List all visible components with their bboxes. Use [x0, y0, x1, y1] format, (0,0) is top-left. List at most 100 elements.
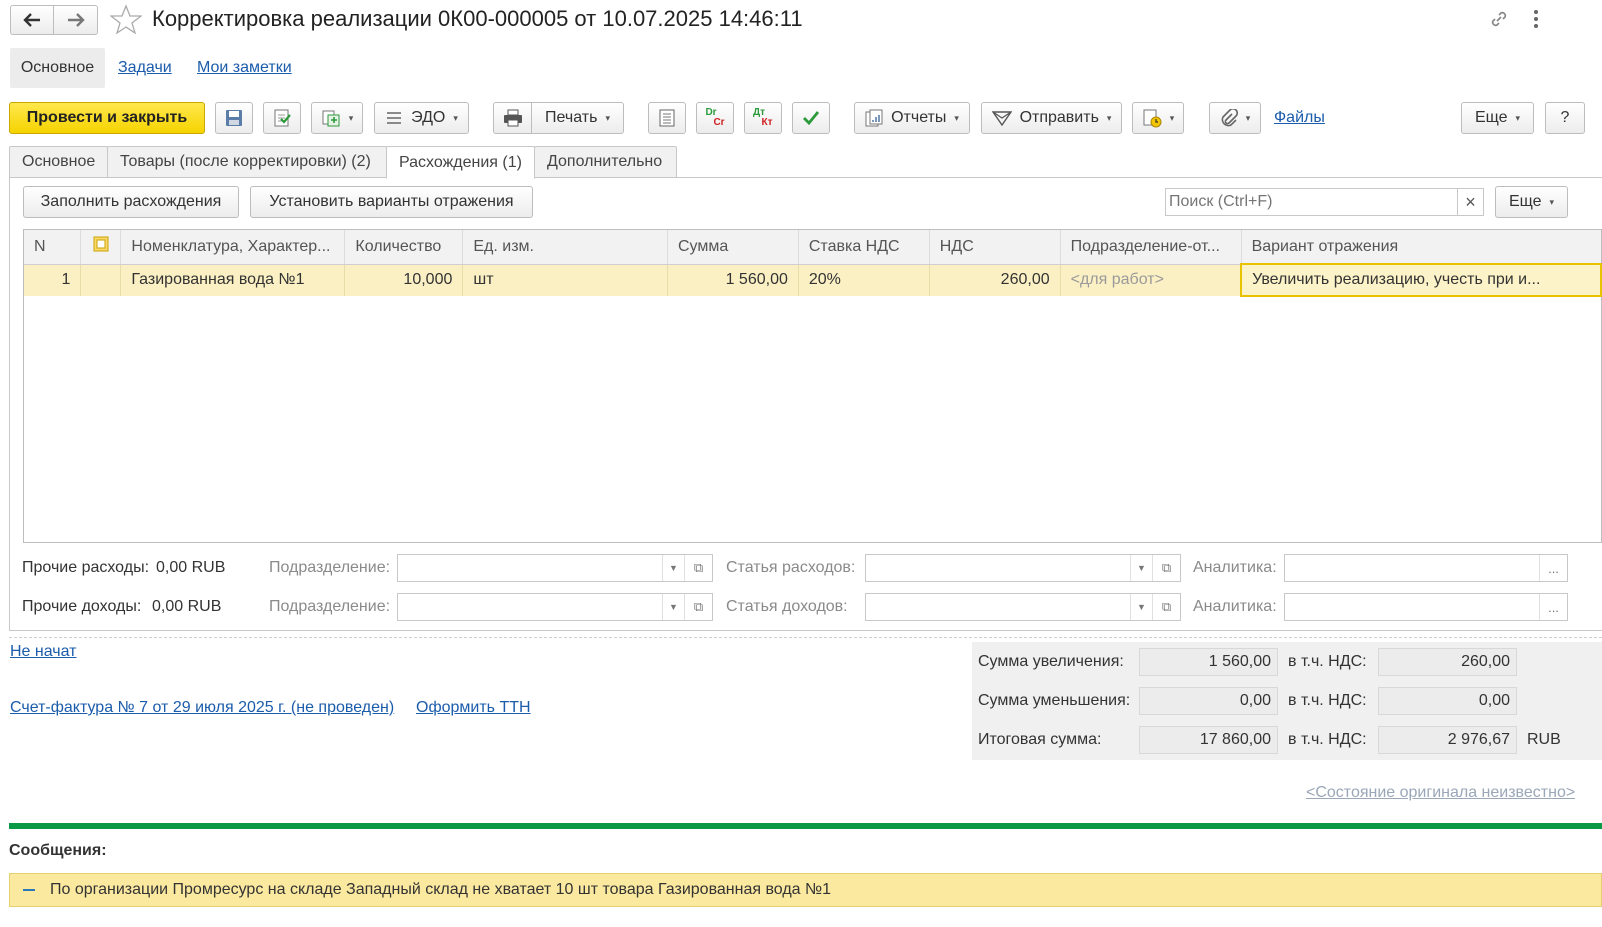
- col-header-nomenclature[interactable]: Номенклатура, Характер...: [120, 230, 346, 265]
- open-icon[interactable]: ⧉: [1152, 555, 1180, 581]
- open-icon[interactable]: ⧉: [684, 555, 712, 581]
- back-button[interactable]: [10, 5, 54, 35]
- cell-n[interactable]: 1: [24, 264, 82, 296]
- increase-label: Сумма увеличения:: [978, 653, 1124, 670]
- arrow-right-icon: [67, 13, 85, 27]
- edit-status-button[interactable]: ▾: [1132, 102, 1184, 134]
- tab-additional-label: Дополнительно: [547, 153, 663, 170]
- nav-tab-notes[interactable]: Мои заметки: [197, 59, 292, 77]
- chevron-down-icon[interactable]: ▼: [662, 594, 684, 620]
- set-variants-button[interactable]: Установить варианты отражения: [250, 186, 533, 218]
- printer-icon: [503, 109, 522, 127]
- document-list-icon: [659, 109, 675, 127]
- cell-vat[interactable]: 260,00: [929, 264, 1061, 296]
- cell-vat-rate[interactable]: 20%: [798, 264, 930, 296]
- cell-icon[interactable]: [80, 264, 122, 296]
- cell-variant[interactable]: Увеличить реализацию, учесть при и...: [1240, 263, 1602, 297]
- ellipsis-label: ...: [1548, 560, 1559, 576]
- open-icon[interactable]: ⧉: [684, 594, 712, 620]
- nav-tab-tasks[interactable]: Задачи: [118, 59, 172, 77]
- fill-discrepancies-button[interactable]: Заполнить расхождения: [23, 186, 239, 218]
- expense-analytics-label: Аналитика:: [1193, 559, 1277, 576]
- dr-cr-button[interactable]: Dr Cr: [696, 102, 734, 134]
- ttn-link[interactable]: Оформить ТТН: [416, 699, 531, 717]
- cell-quantity[interactable]: 10,000: [344, 264, 464, 296]
- reports-label: Отчеты: [891, 109, 947, 126]
- files-link[interactable]: Файлы: [1274, 109, 1325, 127]
- tab-discrepancies-label: Расхождения (1): [399, 153, 522, 171]
- col-header-variant[interactable]: Вариант отражения: [1241, 230, 1601, 265]
- col-header-vat[interactable]: НДС: [929, 230, 1061, 265]
- col-header-quantity[interactable]: Количество: [344, 230, 464, 265]
- more-button[interactable]: Еще ▾: [1461, 102, 1534, 134]
- attachments-button[interactable]: ▾: [1209, 102, 1261, 134]
- tab-main[interactable]: Основное: [9, 146, 108, 178]
- chevron-down-icon[interactable]: ▼: [1130, 594, 1152, 620]
- original-state-link[interactable]: <Состояние оригинала неизвестно>: [1306, 784, 1575, 802]
- print-icon-button[interactable]: [493, 102, 532, 134]
- col-header-unit[interactable]: Ед. изм.: [462, 230, 668, 265]
- link-icon[interactable]: [1488, 8, 1510, 34]
- help-button[interactable]: ?: [1545, 102, 1585, 134]
- select-ellipsis-button[interactable]: ...: [1539, 594, 1567, 620]
- check-button[interactable]: [792, 102, 830, 134]
- expense-item-field[interactable]: ▼ ⧉: [865, 554, 1181, 582]
- select-ellipsis-button[interactable]: ...: [1539, 555, 1567, 581]
- table-more-button[interactable]: Еще ▾: [1495, 186, 1568, 218]
- col-header-vat-rate[interactable]: Ставка НДС: [798, 230, 930, 265]
- expense-division-field[interactable]: ▼ ⧉: [397, 554, 713, 582]
- edo-label: ЭДО: [411, 109, 446, 126]
- more-actions-icon[interactable]: [1531, 9, 1541, 33]
- dt-kt-button[interactable]: Дт Кт: [744, 102, 782, 134]
- print-button[interactable]: Печать ▾: [531, 102, 624, 134]
- cell-unit[interactable]: шт: [462, 264, 668, 296]
- search-input[interactable]: [1165, 188, 1458, 216]
- reports-button[interactable]: Отчеты ▾: [854, 102, 970, 134]
- increase-vat-value: 260,00: [1378, 648, 1517, 676]
- table-row[interactable]: 1 Газированная вода №1 10,000 шт 1 560,0…: [24, 263, 1602, 297]
- other-expenses-value: 0,00 RUB: [156, 559, 226, 576]
- invoice-link[interactable]: Счет-фактура № 7 от 29 июля 2025 г. (не …: [10, 699, 394, 717]
- col-header-amount[interactable]: Сумма: [667, 230, 799, 265]
- total-vat-label: в т.ч. НДС:: [1288, 731, 1367, 748]
- create-based-on-button[interactable]: ▾: [311, 102, 363, 134]
- tab-additional[interactable]: Дополнительно: [534, 146, 677, 178]
- income-division-label: Подразделение:: [269, 598, 391, 615]
- other-expenses-label: Прочие расходы:: [22, 559, 150, 576]
- chevron-down-icon[interactable]: ▼: [662, 555, 684, 581]
- post-and-close-button[interactable]: Провести и закрыть: [9, 102, 205, 134]
- cell-amount[interactable]: 1 560,00: [667, 264, 799, 296]
- status-link[interactable]: Не начат: [10, 643, 77, 661]
- income-item-label: Статья доходов:: [726, 598, 848, 615]
- message-item[interactable]: По организации Промресурс на складе Запа…: [9, 873, 1602, 907]
- nav-tab-main[interactable]: Основное: [10, 48, 105, 88]
- cell-nomenclature[interactable]: Газированная вода №1: [120, 264, 346, 296]
- chevron-down-icon[interactable]: ▼: [1130, 555, 1152, 581]
- income-analytics-field[interactable]: ...: [1284, 593, 1568, 621]
- expense-analytics-field[interactable]: ...: [1284, 554, 1568, 582]
- col-header-division[interactable]: Подразделение-от...: [1060, 230, 1242, 265]
- post-button[interactable]: [263, 102, 301, 134]
- col-header-n[interactable]: N: [24, 230, 82, 265]
- favorite-star-icon[interactable]: [109, 4, 143, 38]
- search-clear-button[interactable]: ×: [1457, 188, 1484, 216]
- col-header-icon[interactable]: [80, 230, 122, 265]
- send-button[interactable]: Отправить ▾: [981, 102, 1122, 134]
- tab-discrepancies[interactable]: Расхождения (1): [386, 146, 535, 179]
- income-item-field[interactable]: ▼ ⧉: [865, 593, 1181, 621]
- messages-title: Сообщения:: [9, 842, 107, 859]
- decrease-vat-value: 0,00: [1378, 687, 1517, 715]
- tab-goods-label: Товары (после корректировки) (2): [120, 153, 371, 170]
- edo-button[interactable]: ЭДО ▾: [374, 102, 469, 134]
- save-button[interactable]: [215, 102, 253, 134]
- tab-goods[interactable]: Товары (после корректировки) (2): [107, 146, 387, 178]
- set-variants-label: Установить варианты отражения: [269, 193, 514, 210]
- open-icon[interactable]: ⧉: [1152, 594, 1180, 620]
- table-header-row: N Номенклатура, Характер... Количество Е…: [24, 230, 1601, 265]
- forward-button[interactable]: [53, 5, 98, 35]
- income-division-field[interactable]: ▼ ⧉: [397, 593, 713, 621]
- currency-label: RUB: [1527, 731, 1561, 748]
- message-dash-icon: [23, 889, 35, 891]
- cell-division[interactable]: <для работ>: [1060, 264, 1242, 296]
- journal-button[interactable]: [648, 102, 686, 134]
